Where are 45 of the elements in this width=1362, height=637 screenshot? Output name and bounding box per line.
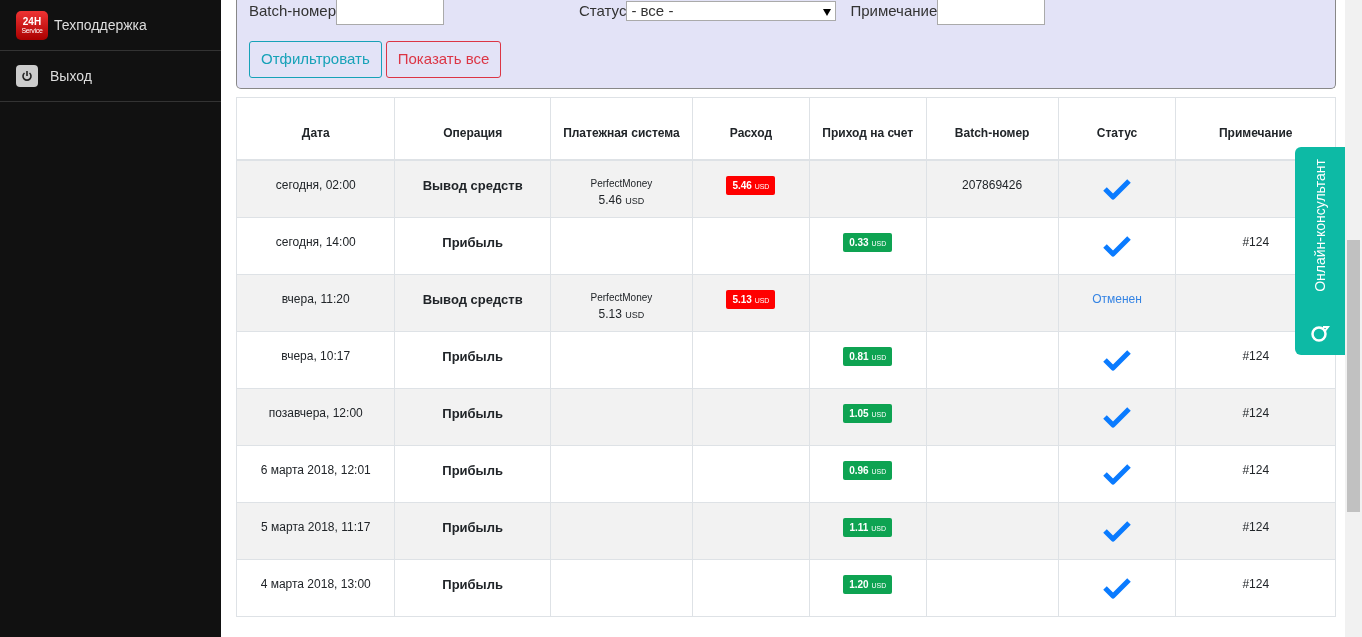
caret-icon xyxy=(823,8,832,16)
status-text: Отменен xyxy=(1092,291,1142,306)
table-cell: #124 xyxy=(1175,445,1336,502)
table-cell: сегодня, 02:00 xyxy=(236,160,395,217)
checkmark-icon xyxy=(1103,178,1132,200)
table-cell: вчера, 10:17 xyxy=(236,331,395,388)
power-icon xyxy=(16,65,38,87)
table-cell: Вывод средств xyxy=(394,274,551,331)
filter-button[interactable]: Показать все xyxy=(385,41,502,78)
table-cell: #124 xyxy=(1175,388,1336,445)
payment-system: PerfectMoney xyxy=(589,177,654,191)
table-cell: 5 марта 2018, 11:17 xyxy=(236,502,395,559)
payment-system: PerfectMoney xyxy=(589,290,654,305)
payment-amount: 5.46 USD xyxy=(597,192,646,209)
table-cell: позавчера, 12:00 xyxy=(236,388,395,445)
field-label: Примечание xyxy=(850,0,938,21)
scrollbar[interactable] xyxy=(1345,0,1362,637)
checkmark-icon xyxy=(1103,405,1132,428)
checkmark-icon xyxy=(1103,519,1132,542)
table-cell: сегодня, 14:00 xyxy=(236,217,395,274)
table-cell: Вывод средств xyxy=(394,160,551,217)
table-cell: 6 марта 2018, 12:01 xyxy=(236,445,395,502)
sidebar-item[interactable]: Выход xyxy=(0,51,221,102)
status-select[interactable]: - все - xyxy=(626,1,837,21)
table-cell: Прибыль xyxy=(394,559,551,616)
table-cell: вчера, 11:20 xyxy=(236,274,395,331)
table-cell: Прибыль xyxy=(394,502,551,559)
checkmark-icon xyxy=(1103,462,1132,485)
table-cell: #124 xyxy=(1175,502,1336,559)
chat-icon xyxy=(1310,323,1330,343)
field-label: Статус xyxy=(579,0,627,21)
checkmark-icon xyxy=(1103,234,1132,257)
table-cell: 207869426 xyxy=(926,160,1059,217)
input-field[interactable] xyxy=(336,0,444,25)
table-cell: Прибыль xyxy=(394,445,551,502)
table-cell: #124 xyxy=(1175,559,1336,616)
input-field[interactable] xyxy=(937,0,1046,25)
table-cell: Прибыль xyxy=(394,217,551,274)
checkmark-icon xyxy=(1103,348,1132,371)
table-cell: Прибыль xyxy=(394,388,551,445)
table-cell: Прибыль xyxy=(394,331,551,388)
payment-amount: 5.13 USD xyxy=(597,305,646,323)
field-label: Batch-номер xyxy=(249,0,336,21)
checkmark-icon xyxy=(1103,576,1132,599)
table-cell: 4 марта 2018, 13:00 xyxy=(236,559,395,616)
